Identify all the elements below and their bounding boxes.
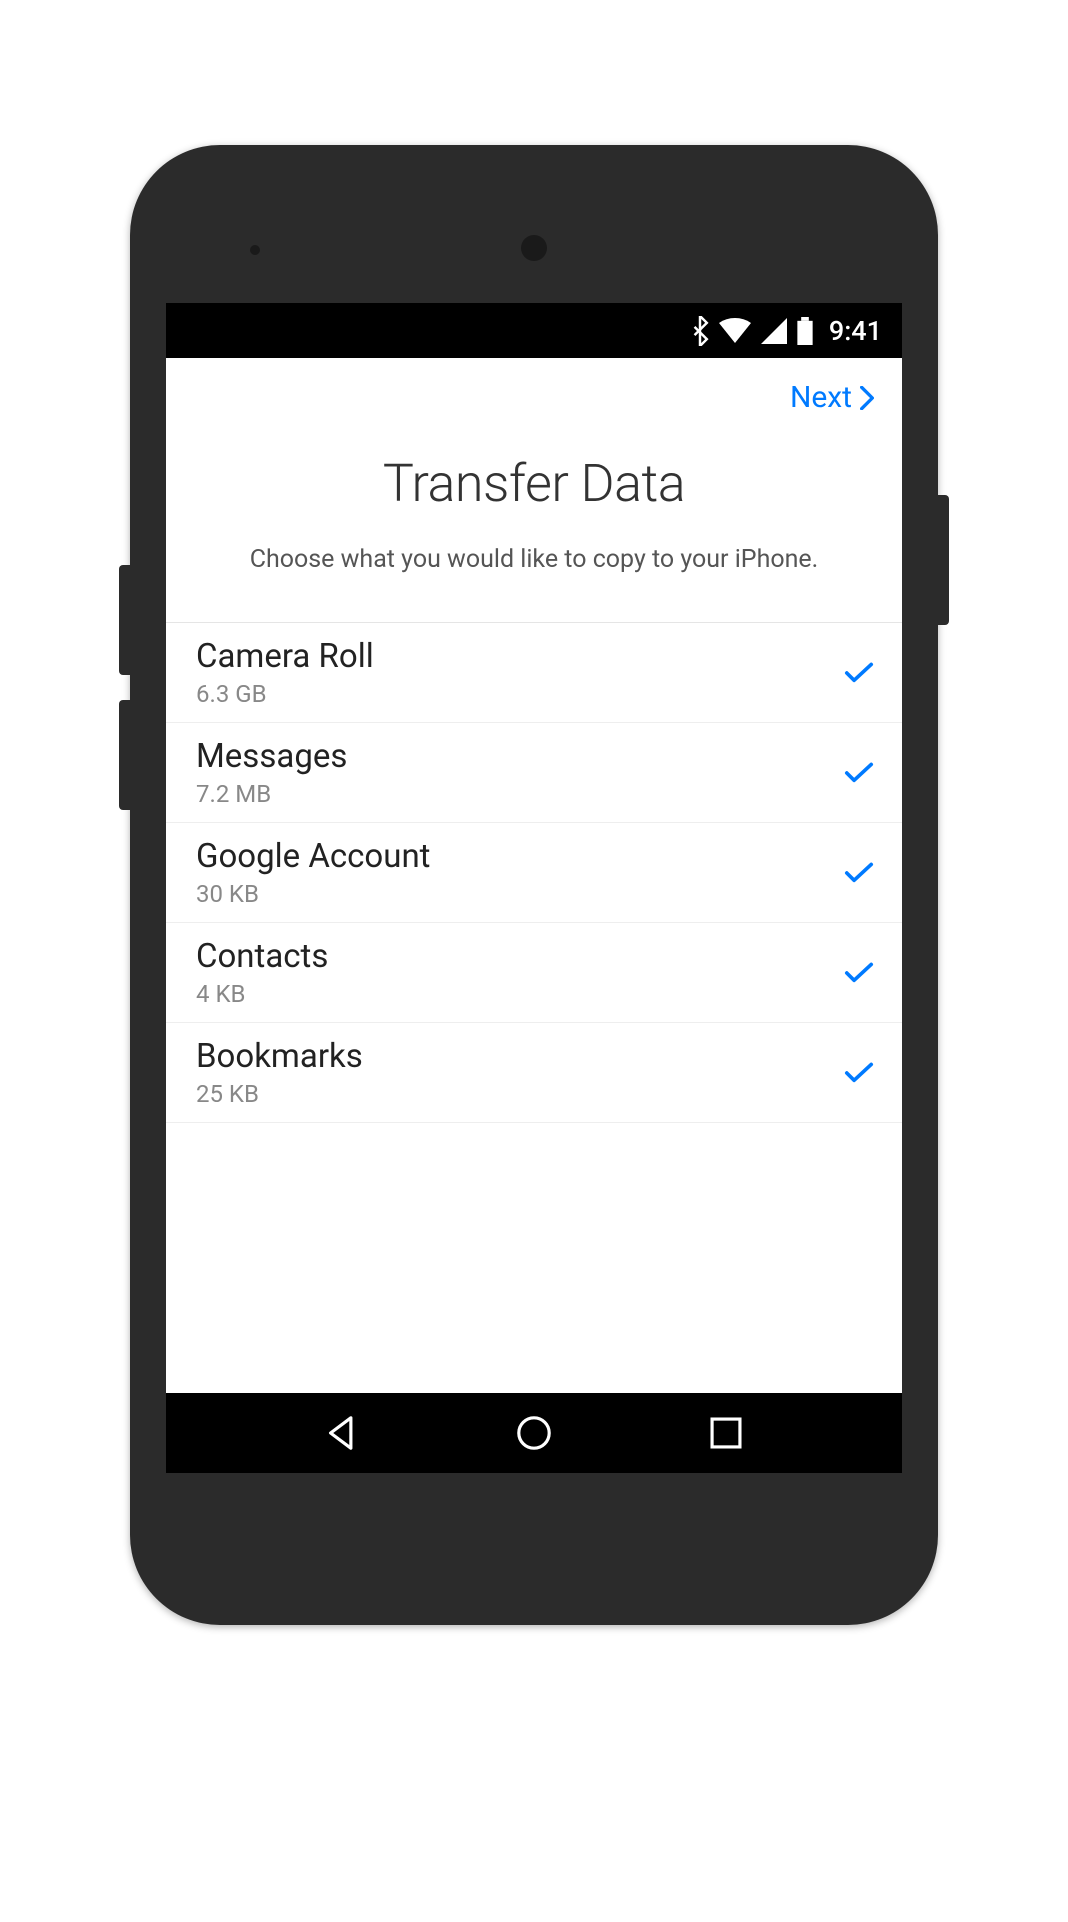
screen: 9:41 Next Transfer Data Choose what you … [166, 303, 902, 1473]
item-size: 25 KB [196, 1080, 363, 1108]
list-item-text: Contacts 4 KB [196, 937, 328, 1008]
next-button[interactable]: Next [790, 380, 874, 415]
item-label: Messages [196, 737, 347, 776]
android-nav-bar [166, 1393, 902, 1473]
list-item-text: Camera Roll 6.3 GB [196, 637, 374, 708]
list-item-text: Google Account 30 KB [196, 837, 430, 908]
bluetooth-icon [691, 316, 709, 346]
item-label: Contacts [196, 937, 328, 976]
check-icon [844, 862, 874, 884]
chevron-right-icon [860, 386, 874, 410]
battery-icon [797, 317, 813, 345]
page-title: Transfer Data [206, 453, 862, 514]
phone-sensor [250, 245, 260, 255]
transfer-list: Camera Roll 6.3 GB Messages 7.2 MB [166, 622, 902, 1393]
item-label: Camera Roll [196, 637, 374, 676]
list-item-contacts[interactable]: Contacts 4 KB [166, 923, 902, 1023]
item-size: 7.2 MB [196, 780, 347, 808]
check-icon [844, 962, 874, 984]
item-size: 30 KB [196, 880, 430, 908]
list-item-bookmarks[interactable]: Bookmarks 25 KB [166, 1023, 902, 1123]
header-section: Transfer Data Choose what you would like… [166, 425, 902, 622]
check-icon [844, 1062, 874, 1084]
back-icon[interactable] [323, 1414, 361, 1452]
cellular-icon [761, 318, 787, 344]
list-item-messages[interactable]: Messages 7.2 MB [166, 723, 902, 823]
check-icon [844, 762, 874, 784]
wifi-icon [719, 318, 751, 344]
app-content: Next Transfer Data Choose what you would… [166, 358, 902, 1393]
list-item-camera-roll[interactable]: Camera Roll 6.3 GB [166, 623, 902, 723]
item-size: 4 KB [196, 980, 328, 1008]
recents-icon[interactable] [707, 1414, 745, 1452]
phone-speaker [521, 235, 547, 261]
nav-bar: Next [166, 358, 902, 425]
volume-up-button[interactable] [119, 565, 130, 675]
list-item-text: Messages 7.2 MB [196, 737, 347, 808]
home-icon[interactable] [515, 1414, 553, 1452]
phone-frame: 9:41 Next Transfer Data Choose what you … [130, 145, 938, 1625]
status-time: 9:41 [829, 315, 882, 347]
page-subtitle: Choose what you would like to copy to yo… [206, 542, 862, 578]
power-button[interactable] [938, 495, 949, 625]
item-label: Google Account [196, 837, 430, 876]
item-size: 6.3 GB [196, 680, 374, 708]
status-bar: 9:41 [166, 303, 902, 358]
list-item-google-account[interactable]: Google Account 30 KB [166, 823, 902, 923]
item-label: Bookmarks [196, 1037, 363, 1076]
next-label: Next [790, 380, 852, 415]
volume-down-button[interactable] [119, 700, 130, 810]
list-item-text: Bookmarks 25 KB [196, 1037, 363, 1108]
check-icon [844, 662, 874, 684]
